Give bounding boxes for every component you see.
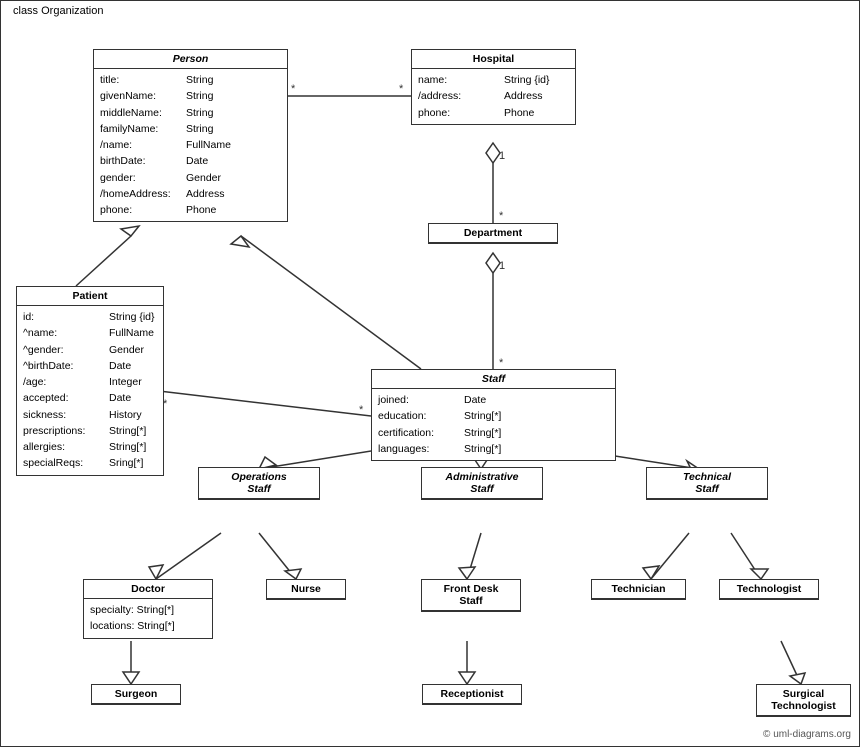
receptionist-header: Receptionist bbox=[423, 685, 521, 704]
doctor-header: Doctor bbox=[84, 580, 212, 599]
technician-class: Technician bbox=[591, 579, 686, 600]
technical-staff-header: TechnicalStaff bbox=[647, 468, 767, 499]
operations-staff-header: OperationsStaff bbox=[199, 468, 319, 499]
surgical-technologist-class: SurgicalTechnologist bbox=[756, 684, 851, 717]
administrative-staff-header: AdministrativeStaff bbox=[422, 468, 542, 499]
patient-class: Patient id:String {id} ^name:FullName ^g… bbox=[16, 286, 164, 476]
person-class: Person title:String givenName:String mid… bbox=[93, 49, 288, 222]
staff-attrs: joined:Date education:String[*] certific… bbox=[372, 389, 615, 460]
department-class: Department bbox=[428, 223, 558, 244]
operations-staff-class: OperationsStaff bbox=[198, 467, 320, 500]
patient-header: Patient bbox=[17, 287, 163, 306]
front-desk-staff-class: Front DeskStaff bbox=[421, 579, 521, 612]
technician-header: Technician bbox=[592, 580, 685, 599]
technical-staff-class: TechnicalStaff bbox=[646, 467, 768, 500]
doctor-attrs: specialty: String[*] locations: String[*… bbox=[84, 599, 212, 638]
staff-class: Staff joined:Date education:String[*] ce… bbox=[371, 369, 616, 461]
surgical-technologist-header: SurgicalTechnologist bbox=[757, 685, 850, 716]
front-desk-header: Front DeskStaff bbox=[422, 580, 520, 611]
copyright: © uml-diagrams.org bbox=[763, 729, 851, 740]
staff-header: Staff bbox=[372, 370, 615, 389]
svg-text:*: * bbox=[499, 210, 504, 222]
administrative-staff-class: AdministrativeStaff bbox=[421, 467, 543, 500]
svg-text:1: 1 bbox=[499, 260, 505, 272]
diagram-title: class Organization bbox=[9, 5, 108, 17]
hospital-attrs: name:String {id} /address:Address phone:… bbox=[412, 69, 575, 124]
hospital-header: Hospital bbox=[412, 50, 575, 69]
surgeon-class: Surgeon bbox=[91, 684, 181, 705]
surgeon-header: Surgeon bbox=[92, 685, 180, 704]
svg-text:1: 1 bbox=[499, 150, 505, 162]
doctor-class: Doctor specialty: String[*] locations: S… bbox=[83, 579, 213, 639]
svg-text:*: * bbox=[499, 357, 504, 369]
hospital-class: Hospital name:String {id} /address:Addre… bbox=[411, 49, 576, 125]
technologist-class: Technologist bbox=[719, 579, 819, 600]
receptionist-class: Receptionist bbox=[422, 684, 522, 705]
technologist-header: Technologist bbox=[720, 580, 818, 599]
svg-text:*: * bbox=[399, 83, 404, 95]
nurse-header: Nurse bbox=[267, 580, 345, 599]
svg-text:*: * bbox=[359, 404, 364, 416]
diagram-container: class Organization * * 1 * 1 * bbox=[0, 0, 860, 747]
nurse-class: Nurse bbox=[266, 579, 346, 600]
department-header: Department bbox=[429, 224, 557, 243]
person-attrs: title:String givenName:String middleName… bbox=[94, 69, 287, 221]
svg-text:*: * bbox=[291, 83, 296, 95]
patient-attrs: id:String {id} ^name:FullName ^gender:Ge… bbox=[17, 306, 163, 475]
person-header: Person bbox=[94, 50, 287, 69]
